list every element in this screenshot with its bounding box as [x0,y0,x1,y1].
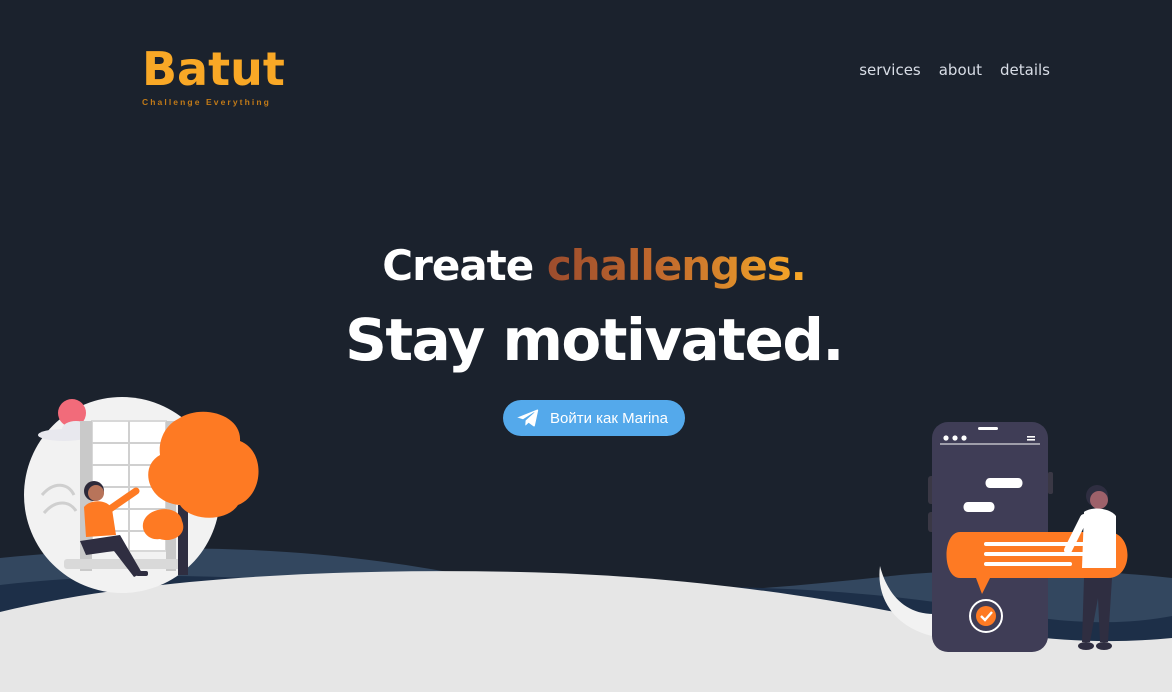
phone-chat-illustration [879,422,1128,652]
hero-headline-accent: challenges. [546,241,807,290]
hero: Create challenges. Stay motivated. [0,236,1172,382]
telegram-login-button[interactable]: Войти как Marina [503,400,685,436]
nav-link-details[interactable]: details [1000,61,1050,79]
hero-subheadline: Stay motivated. [345,306,844,374]
nav-link-services[interactable]: services [859,61,921,79]
brand-name: Batut [142,42,285,96]
nav-link-about[interactable]: about [939,61,982,79]
top-nav: services about details [859,61,1050,79]
woman-window-illustration [24,397,259,593]
hero-headline-prefix: Create [382,241,534,290]
telegram-login-label: Войти как Marina [550,409,668,427]
telegram-icon [517,408,539,428]
brand-logo[interactable]: Batut Challenge Everything [142,44,285,107]
landing-page: Batut Challenge Everything services abou… [0,0,1172,692]
hero-headline: Create challenges. [0,236,1172,296]
brand-tagline: Challenge Everything [142,97,271,107]
